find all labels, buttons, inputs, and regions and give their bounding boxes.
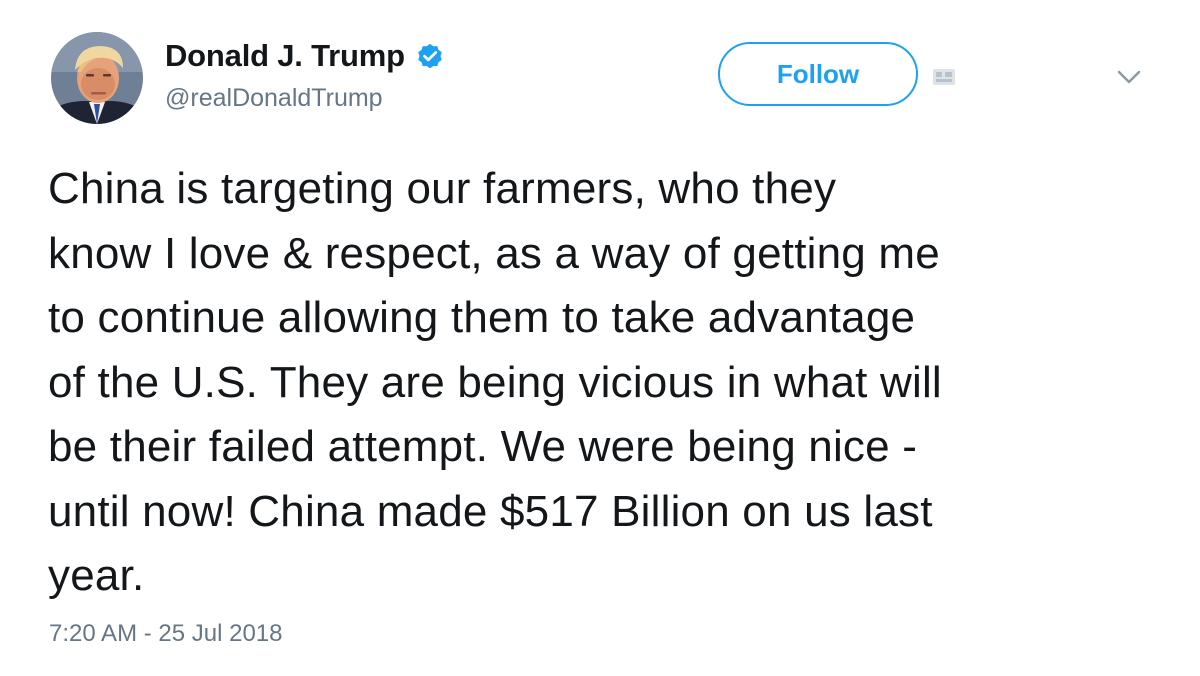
- tweet-text: China is targeting our farmers, who they…: [48, 164, 942, 600]
- tweet-timestamp[interactable]: 7:20 AM - 25 Jul 2018: [49, 620, 282, 648]
- author-display-name[interactable]: Donald J. Trump: [165, 38, 405, 74]
- verified-badge-icon: [415, 41, 445, 71]
- follow-button[interactable]: Follow: [718, 42, 918, 106]
- chevron-down-icon[interactable]: [1116, 68, 1142, 86]
- avatar-image: [51, 32, 143, 124]
- tweet-card: Donald J. Trump @realDonaldTrump Follow …: [0, 0, 1200, 676]
- author-handle[interactable]: @realDonaldTrump: [165, 84, 383, 113]
- avatar[interactable]: [51, 32, 143, 124]
- follow-notification-icon: [932, 68, 956, 86]
- author-name-row: Donald J. Trump: [165, 38, 445, 74]
